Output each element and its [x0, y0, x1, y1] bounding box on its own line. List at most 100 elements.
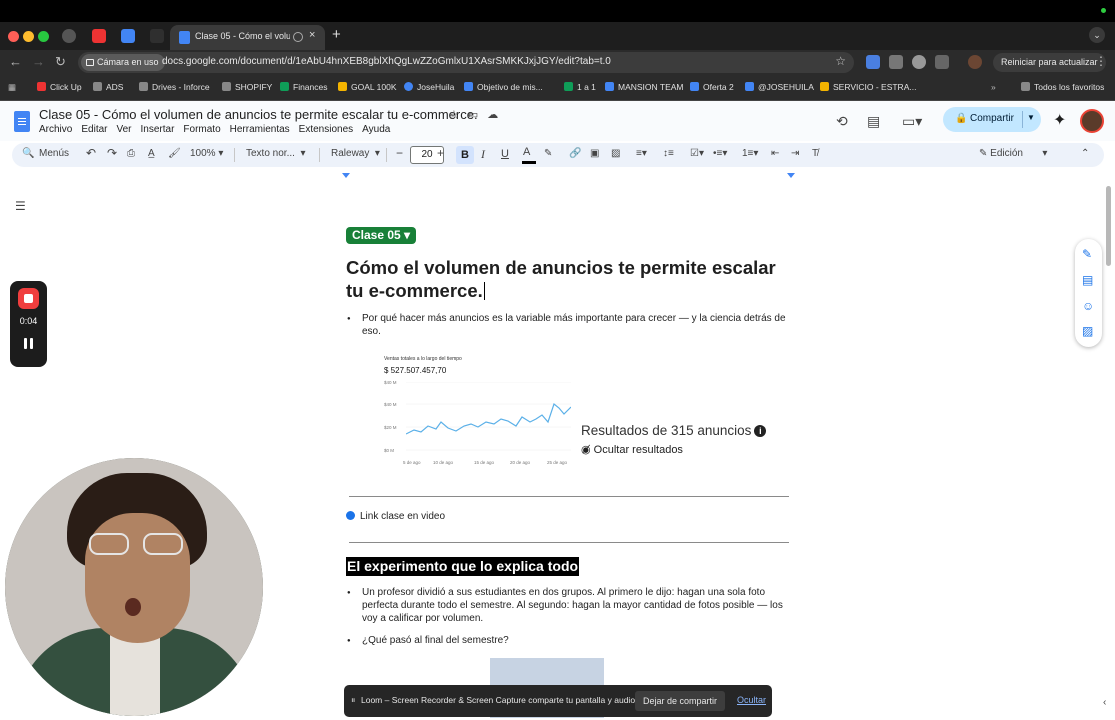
extension-icon-3[interactable]	[912, 55, 926, 69]
align-icon[interactable]: ≡▾	[636, 148, 647, 159]
underline-button[interactable]: U	[501, 148, 509, 160]
vertical-scrollbar[interactable]	[1106, 186, 1111, 266]
font-select[interactable]: Raleway ▾	[331, 148, 380, 159]
spellcheck-icon[interactable]: A̲	[148, 148, 155, 159]
ruler-right-marker[interactable]	[787, 173, 795, 178]
search-menus-label[interactable]: Menús	[39, 148, 69, 159]
menu-insertar[interactable]: Insertar	[141, 124, 175, 135]
bookmark-ads[interactable]: ADS	[93, 82, 123, 92]
new-tab-icon[interactable]: +	[332, 26, 341, 43]
bookmark-star-icon[interactable]: ☆	[835, 54, 846, 68]
collapse-panel-icon[interactable]: ‹	[1103, 697, 1106, 708]
camera-in-use-chip[interactable]: Cámara en uso	[81, 54, 165, 71]
menu-herramientas[interactable]: Herramientas	[230, 124, 290, 135]
menu-ver[interactable]: Ver	[116, 124, 131, 135]
list-item[interactable]: Por qué hacer más anuncios es la variabl…	[347, 312, 792, 338]
suggest-edits-icon[interactable]: ▨	[1082, 324, 1093, 338]
drag-handle-icon[interactable]: ⏸	[351, 695, 356, 706]
bookmark-finances[interactable]: Finances	[280, 82, 328, 92]
embedded-results-image[interactable]: Ventas totales a lo largo del tiempo $ 5…	[381, 352, 781, 472]
increase-indent-icon[interactable]: ⇥	[791, 148, 799, 159]
insert-link-icon[interactable]: 🔗	[569, 148, 581, 159]
tab-icon-1[interactable]	[62, 29, 76, 43]
tab-icon-docs[interactable]	[121, 29, 135, 43]
forward-icon[interactable]: →	[32, 54, 45, 69]
text-color-button[interactable]: A	[523, 146, 530, 158]
video-link[interactable]: Link clase en video	[346, 511, 445, 522]
gemini-icon[interactable]: ✦	[1053, 110, 1066, 130]
document-outline-icon[interactable]: ☰	[15, 199, 26, 213]
ruler-indent-marker[interactable]	[342, 173, 350, 178]
redo-icon[interactable]: ↷	[107, 146, 117, 160]
document-title[interactable]: Clase 05 - Cómo el volumen de anuncios t…	[39, 107, 478, 122]
back-icon[interactable]: ←	[9, 54, 22, 69]
menu-extensiones[interactable]: Extensiones	[299, 124, 353, 135]
bookmark-servicio[interactable]: SERVICIO - ESTRA...	[820, 82, 916, 92]
more-bookmarks-icon[interactable]: »	[991, 82, 996, 92]
decrease-indent-icon[interactable]: ⇤	[771, 148, 779, 159]
apps-grid-icon[interactable]: ▦	[8, 82, 16, 93]
insert-comment-icon[interactable]: ▣	[590, 148, 599, 159]
bulleted-list-icon[interactable]: •≡▾	[713, 148, 727, 159]
tab-search-icon[interactable]: ⌄	[1089, 27, 1105, 43]
tab-icon-4[interactable]	[150, 29, 164, 43]
bookmark-goal[interactable]: GOAL 100K	[338, 82, 397, 92]
stop-recording-button[interactable]	[18, 288, 39, 309]
print-icon[interactable]: ⎙	[127, 148, 135, 159]
menu-editar[interactable]: Editar	[81, 124, 107, 135]
emoji-reaction-icon[interactable]: ☺	[1082, 299, 1094, 313]
profile-avatar-icon[interactable]	[968, 55, 982, 69]
italic-button[interactable]: I	[481, 147, 485, 162]
bookmark-1a1[interactable]: 1 a 1	[564, 82, 596, 92]
undo-icon[interactable]: ↶	[86, 146, 96, 160]
zoom-select[interactable]: 100% ▾	[190, 148, 223, 159]
bookmark-clickup[interactable]: Click Up	[37, 82, 82, 92]
bookmark-josehuila[interactable]: JoseHuila	[404, 82, 454, 92]
menu-archivo[interactable]: Archivo	[39, 124, 72, 135]
bookmark-mansion[interactable]: MANSION TEAM	[605, 82, 684, 92]
style-select[interactable]: Texto nor... ▾	[246, 148, 306, 159]
webcam-bubble[interactable]	[5, 458, 263, 716]
cloud-status-icon[interactable]: ☁	[487, 109, 507, 121]
share-button[interactable]: 🔒 Compartir ▼	[943, 107, 1041, 132]
minimize-window-button[interactable]	[23, 31, 34, 42]
list-item[interactable]: ¿Qué pasó al final del semestre?	[347, 634, 792, 648]
bookmark-all-favorites[interactable]: Todos los favoritos	[1021, 82, 1104, 92]
star-icon[interactable]: ☆	[449, 109, 468, 121]
stop-sharing-button[interactable]: Dejar de compartir	[635, 691, 726, 711]
pause-icon[interactable]	[23, 338, 34, 349]
increase-font-size-icon[interactable]: +	[437, 146, 444, 160]
share-dropdown-icon[interactable]: ▼	[1027, 113, 1035, 122]
add-comment-icon[interactable]: ▤	[1082, 273, 1093, 287]
list-item[interactable]: Un profesor dividió a sus estudiantes en…	[347, 586, 792, 625]
collapse-toolbar-icon[interactable]: ⌃	[1081, 148, 1089, 159]
comments-icon[interactable]: ▤	[867, 113, 880, 130]
omnibox[interactable]: Cámara en uso docs.google.com/document/d…	[78, 52, 854, 73]
insert-image-icon[interactable]: ▨	[611, 148, 620, 159]
extensions-puzzle-icon[interactable]	[935, 55, 949, 69]
reload-icon[interactable]: ↻	[55, 54, 66, 70]
editing-mode-select[interactable]: ✎ Edición ▾	[979, 148, 1047, 159]
bookmark-shopify[interactable]: SHOPIFY	[222, 82, 272, 92]
bookmark-objetivo[interactable]: Objetivo de mis...	[464, 82, 543, 92]
close-tab-icon[interactable]: ×	[309, 29, 315, 41]
decrease-font-size-icon[interactable]: −	[396, 146, 403, 160]
bookmark-oferta[interactable]: Oferta 2	[690, 82, 734, 92]
checklist-icon[interactable]: ☑▾	[690, 148, 704, 159]
relaunch-update-button[interactable]: Reiniciar para actualizar	[993, 53, 1106, 72]
browser-menu-icon[interactable]: ⋮	[1095, 54, 1107, 68]
bold-button[interactable]: B	[456, 146, 474, 164]
tab-active-doc[interactable]: Clase 05 - Cómo el volum ×	[170, 25, 325, 50]
bookmark-drives[interactable]: Drives - Inforce	[139, 82, 210, 92]
document-heading[interactable]: Cómo el volumen de anuncios te permite e…	[346, 256, 786, 302]
menu-formato[interactable]: Formato	[183, 124, 220, 135]
status-chip[interactable]: Clase 05 ▾	[346, 227, 417, 244]
maximize-window-button[interactable]	[38, 31, 49, 42]
bookmark-josehuila-2[interactable]: @JOSEHUILA	[745, 82, 814, 92]
url-text[interactable]: docs.google.com/document/d/1eAbU4hnXEB8g…	[162, 56, 611, 67]
numbered-list-icon[interactable]: 1≡▾	[742, 148, 758, 159]
section-heading[interactable]: El experimento que lo explica todo	[346, 557, 580, 576]
paint-format-icon[interactable]: 🖌	[168, 148, 181, 159]
edit-suggest-icon[interactable]: ✎	[1082, 247, 1092, 261]
close-window-button[interactable]	[8, 31, 19, 42]
